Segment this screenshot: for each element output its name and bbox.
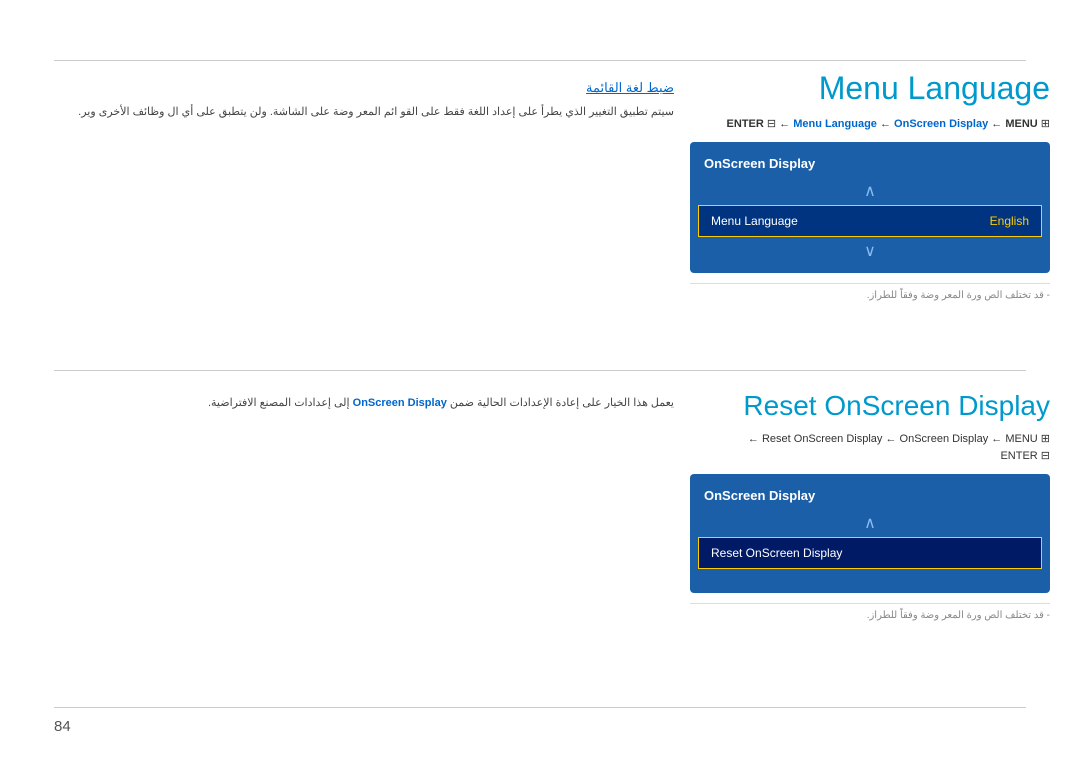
chevron-up-icon-2: ∧	[864, 513, 876, 533]
menu-language-value: English	[990, 214, 1029, 228]
section2-nav-path-1: ← Reset OnScreen Display ← OnScreen Disp…	[690, 432, 1050, 445]
reset-osd-label: Reset OnScreen Display	[711, 546, 842, 560]
section2-nav-path-2: ENTER ⊟	[690, 449, 1050, 462]
menu-language-nav: Menu Language	[793, 118, 877, 130]
arrow-down-1: ∨	[690, 237, 1050, 265]
mid-divider	[54, 370, 1026, 371]
top-divider	[54, 60, 1026, 61]
reset-osd-nav: Reset OnScreen Display	[762, 433, 882, 445]
reset-osd-row: Reset OnScreen Display	[698, 537, 1042, 569]
menu-nav: MENU	[1005, 118, 1037, 130]
section1-nav-path: ENTER ⊟ ← Menu Language ← OnScreen Displ…	[690, 117, 1050, 130]
section2-title: Reset OnScreen Display	[690, 390, 1050, 422]
onscreen-nav: OnScreen Display	[894, 118, 988, 130]
chevron-up-icon: ∧	[864, 181, 876, 201]
page-number: 84	[54, 718, 71, 735]
osd-panel-1: OnScreen Display ∧ Menu Language English…	[690, 142, 1050, 273]
menu-language-row: Menu Language English	[698, 205, 1042, 237]
section2-note: - قد تختلف الص ورة المعر وضة وفقاً للطرا…	[690, 603, 1050, 621]
osd-title-text-2: OnScreen Display	[704, 488, 815, 503]
menu-nav-2: MENU	[1005, 433, 1037, 445]
osd-title-text: OnScreen Display	[704, 156, 815, 171]
section2-right: Reset OnScreen Display ← Reset OnScreen …	[690, 390, 1050, 621]
section2-arabic-content: يعمل هذا الخيار على إعادة الإعدادات الحا…	[54, 395, 674, 413]
menu-language-label: Menu Language	[711, 214, 798, 228]
section1-note: - قد تختلف الص ورة المعر وضة وفقاً للطرا…	[690, 283, 1050, 301]
arabic-subtitle: ضبط لغة القائمة	[54, 80, 674, 96]
bottom-divider	[54, 707, 1026, 708]
chevron-down-icon: ∨	[864, 241, 876, 261]
section1-title: Menu Language	[690, 70, 1050, 107]
osd-panel-2-bottom-space	[690, 569, 1050, 585]
section2-arabic-desc: يعمل هذا الخيار على إعادة الإعدادات الحا…	[54, 395, 674, 413]
arrow-up-2: ∧	[690, 509, 1050, 537]
arrow-up-1: ∧	[690, 177, 1050, 205]
section1-arabic-content: ضبط لغة القائمة سيتم تطبيق التغيير الذي …	[54, 80, 674, 122]
arabic-desc: سيتم تطبيق التغيير الذي يطرأ على إعداد ا…	[54, 104, 674, 122]
osd-panel-1-title: OnScreen Display	[690, 150, 1050, 177]
osd-panel-2: OnScreen Display ∧ Reset OnScreen Displa…	[690, 474, 1050, 593]
onscreen-nav-2: OnScreen Display	[900, 433, 989, 445]
osd-panel-2-title: OnScreen Display	[690, 482, 1050, 509]
enter-label: ENTER	[727, 118, 764, 130]
section1-right: Menu Language ENTER ⊟ ← Menu Language ← …	[690, 70, 1050, 301]
